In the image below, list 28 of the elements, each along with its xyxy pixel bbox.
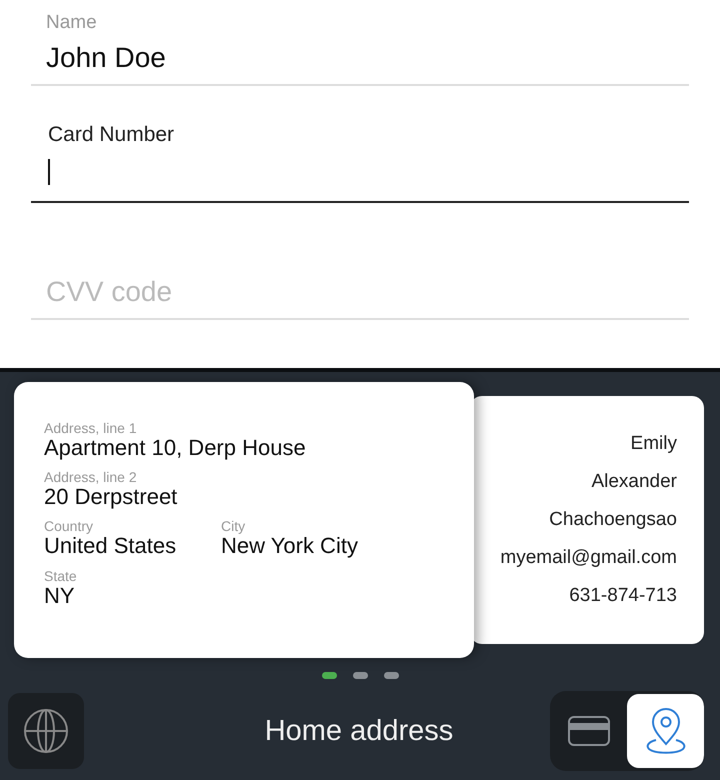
field-placeholder: CVV code <box>46 276 174 308</box>
input-field[interactable]: Name John Doe <box>31 0 689 86</box>
field-value: Apartment 10, Derp House <box>44 436 306 460</box>
field-value: New York City <box>221 534 359 559</box>
field-label: Country <box>44 518 94 534</box>
contact-detail: Chachoengsao <box>549 508 677 532</box>
field-value: United States <box>44 534 178 559</box>
address-tab[interactable] <box>627 694 704 768</box>
input-field[interactable]: Card Number <box>31 86 689 203</box>
globe-button[interactable] <box>8 693 84 769</box>
field-value: John Doe <box>46 42 167 74</box>
field-label: Name <box>46 12 98 34</box>
field-value: 20 Derpstreet <box>44 485 178 510</box>
field-label: Address, line 1 <box>44 420 138 436</box>
field-label: Card Number <box>48 123 176 147</box>
contact-detail: 631-874-713 <box>569 584 677 608</box>
field-label: City <box>221 518 246 534</box>
contact-detail: Alexander <box>591 470 677 494</box>
globe-icon <box>23 708 69 754</box>
location-pin-icon <box>644 708 686 754</box>
text-cursor <box>48 159 50 185</box>
screen-title: Home address <box>264 714 454 748</box>
contact-detail: Emily <box>630 432 677 456</box>
field-label: Address, line 2 <box>44 469 138 486</box>
field-label: State <box>44 568 78 584</box>
credit-card-icon <box>568 716 610 746</box>
field-value: NY <box>44 584 76 608</box>
contact-detail: myemail@gmail.com <box>500 546 677 570</box>
